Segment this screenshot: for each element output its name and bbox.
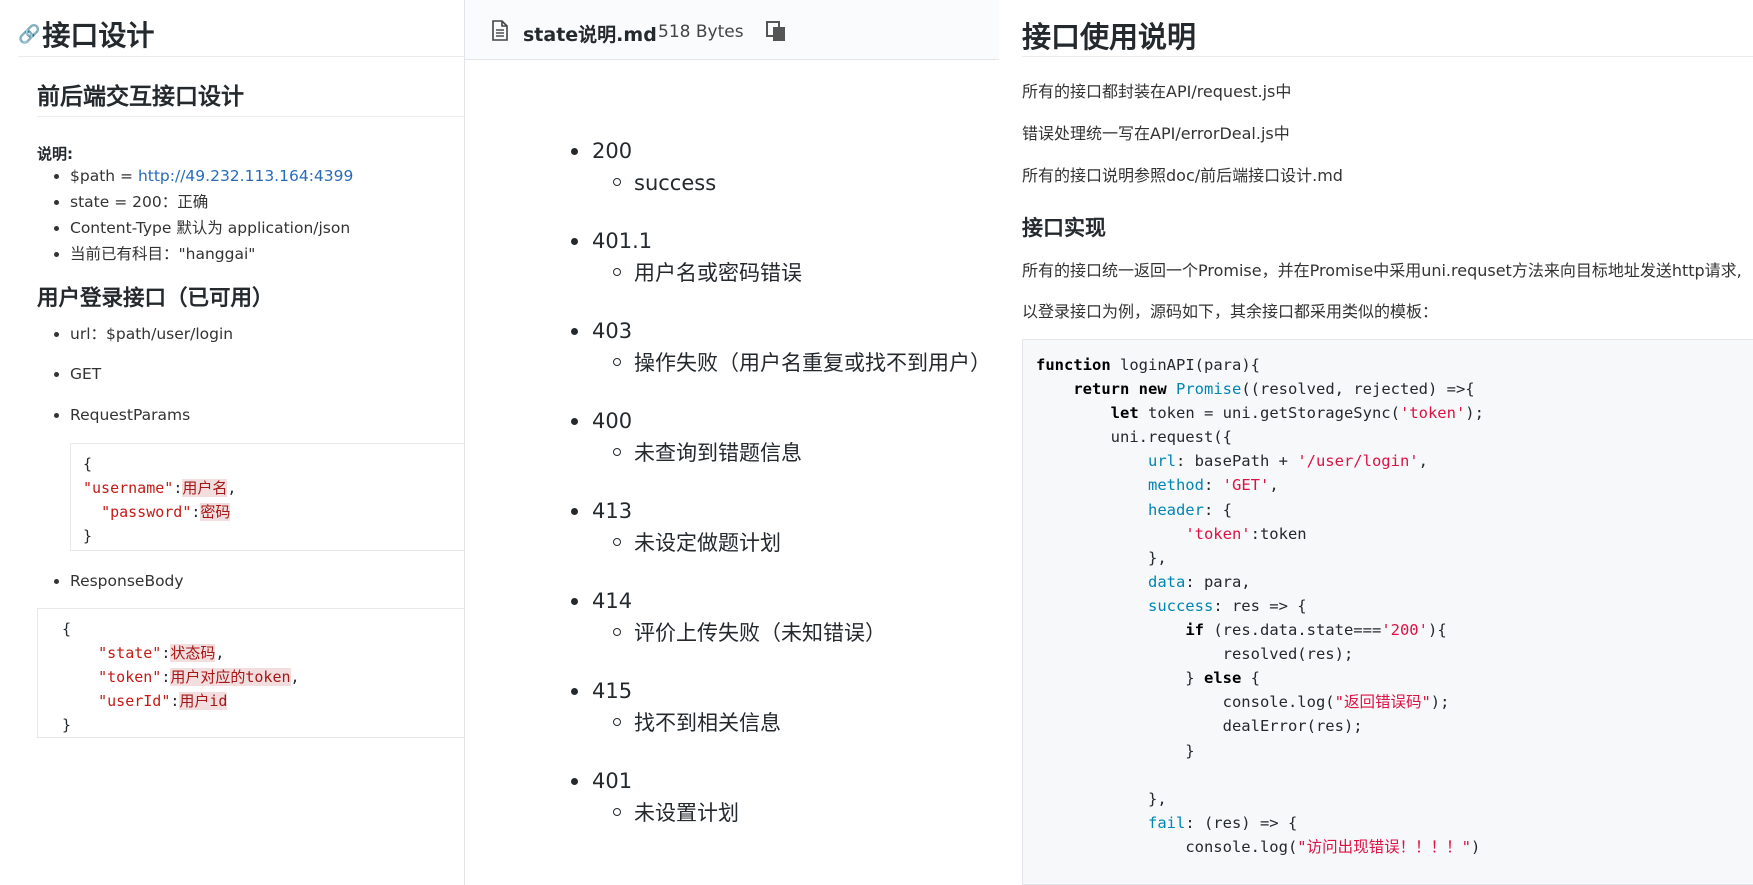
- paragraph: 所有的接口统一返回一个Promise，并在Promise中采用uni.requs…: [1022, 261, 1742, 280]
- section-title-api-design: 前后端交互接口设计: [37, 84, 244, 110]
- state-code: 413: [570, 499, 633, 523]
- state-item: 401.1 用户名或密码错误: [465, 227, 999, 297]
- file-icon: [492, 20, 508, 41]
- state-desc: 未设置计划: [613, 801, 739, 825]
- state-item: 415 找不到相关信息: [465, 677, 999, 747]
- login-api-code-block: function loginAPI(para){ return new Prom…: [1022, 339, 1753, 885]
- state-desc: 未设定做题计划: [613, 531, 781, 555]
- state-item: 200 success: [465, 137, 999, 207]
- section-divider: [37, 116, 464, 117]
- page-title: 🔗 接口设计: [18, 14, 154, 54]
- state-code: 400: [570, 409, 633, 433]
- section-title-login: 用户登录接口（已可用）: [37, 286, 274, 311]
- left-panel: 🔗 接口设计 前后端交互接口设计 说明: $path = http://49.2…: [0, 0, 464, 885]
- state-desc: 评价上传失败（未知错误）: [613, 621, 886, 645]
- state-item: 403 操作失败（用户名重复或找不到用户）: [465, 317, 999, 387]
- list-item: ResponseBody: [54, 568, 184, 594]
- state-code: 414: [570, 589, 633, 613]
- list-item: state = 200：正确: [53, 189, 353, 215]
- api-list-url: url：$path/user/login: [53, 321, 233, 347]
- paragraph: 所有的接口都封装在API/request.js中: [1022, 82, 1292, 101]
- middle-panel: state说明.md 518 Bytes 200 success 401.1 用…: [464, 0, 999, 885]
- title-divider: [1022, 56, 1753, 57]
- state-item: 413 未设定做题计划: [465, 497, 999, 567]
- list-item: RequestParams: [53, 402, 190, 428]
- request-params-code: { "username":用户名, "password":密码 }: [70, 443, 464, 551]
- file-header: state说明.md 518 Bytes: [465, 0, 999, 60]
- api-list-request: RequestParams: [53, 402, 190, 428]
- list-item: url：$path/user/login: [53, 321, 233, 347]
- paragraph: 所有的接口说明参照doc/前后端接口设计.md: [1022, 166, 1343, 185]
- paragraph: 错误处理统一写在API/errorDeal.js中: [1022, 124, 1290, 143]
- state-desc: 操作失败（用户名重复或找不到用户）: [613, 351, 991, 375]
- copy-icon[interactable]: [765, 20, 787, 42]
- note-label: 说明:: [37, 145, 73, 163]
- state-desc: 用户名或密码错误: [613, 261, 802, 285]
- paragraph: 以登录接口为例，源码如下，其余接口都采用类似的模板：: [1022, 302, 1439, 321]
- page-title-text: 接口设计: [42, 19, 155, 52]
- list-item: $path = http://49.232.113.164:4399: [53, 163, 353, 189]
- anchor-link-icon[interactable]: 🔗: [18, 24, 40, 45]
- impl-title: 接口实现: [1022, 216, 1106, 240]
- list-item: GET: [53, 361, 101, 387]
- api-list-method: GET: [53, 361, 101, 387]
- usage-title: 接口使用说明: [1022, 20, 1197, 54]
- state-desc: 找不到相关信息: [613, 711, 781, 735]
- state-code: 415: [570, 679, 633, 703]
- state-item: 414 评价上传失败（未知错误）: [465, 587, 999, 657]
- state-desc: 未查询到错题信息: [613, 441, 802, 465]
- base-path-link[interactable]: http://49.232.113.164:4399: [138, 167, 353, 185]
- state-item: 400 未查询到错题信息: [465, 407, 999, 477]
- state-code: 401: [570, 769, 633, 793]
- list-item: 当前已有科目："hanggai": [53, 241, 353, 267]
- state-item: 401 未设置计划: [465, 767, 999, 837]
- notes-list: $path = http://49.232.113.164:4399 state…: [53, 163, 353, 267]
- right-panel: 接口使用说明 所有的接口都封装在API/request.js中 错误处理统一写在…: [999, 0, 1753, 885]
- file-size: 518 Bytes: [658, 22, 744, 42]
- state-code: 401.1: [570, 229, 653, 253]
- state-code: 200: [570, 139, 633, 163]
- state-code: 403: [570, 319, 633, 343]
- api-list-response: ResponseBody: [54, 568, 184, 594]
- title-divider: [18, 56, 464, 57]
- state-desc: success: [612, 171, 717, 195]
- response-body-code: { "state":状态码, "token":用户对应的token, "user…: [37, 608, 464, 738]
- list-item: Content-Type 默认为 application/json: [53, 215, 353, 241]
- file-name: state说明.md: [523, 24, 657, 46]
